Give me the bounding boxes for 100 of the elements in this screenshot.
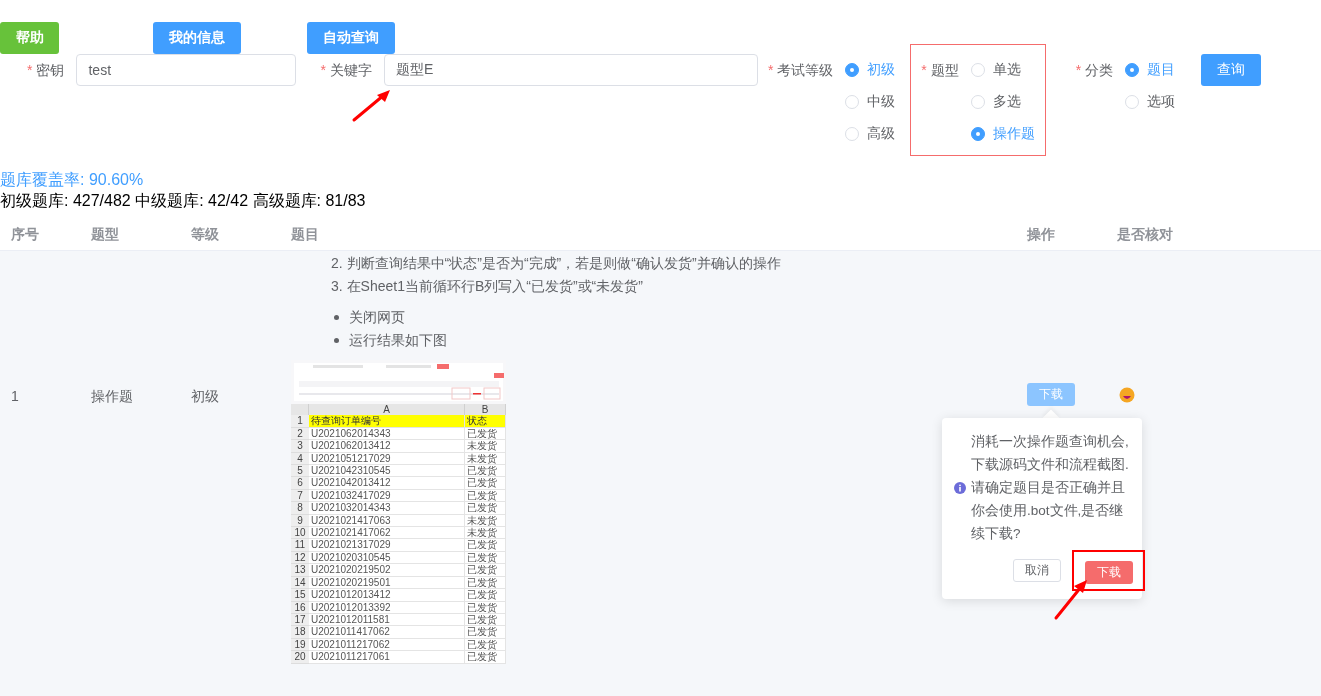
bullet-icon [334,338,339,343]
sheet-cell: 未发货 [465,452,506,466]
sheet-cell: 已发货 [465,651,506,664]
sheet-cell: 未发货 [465,527,506,540]
sheet-cell: U2021020219502 [309,564,465,577]
sheet-cell: U2021062013412 [309,440,465,453]
sheet-cell: 已发货 [465,576,506,590]
sheet-cell: 已发货 [465,564,506,577]
bullet-icon [334,315,339,320]
sheet-row-number: 1 [291,415,309,428]
annotation-arrow [350,88,392,124]
sheet-cell: 已发货 [465,626,506,639]
radio-label[interactable]: 题目 [1147,61,1176,79]
sheet-row-number: 11 [291,539,309,552]
radio-label[interactable]: 操作题 [992,125,1035,143]
sheet-cell: 已发货 [465,539,506,552]
sheet-cell: U2021021317029 [309,539,465,552]
sheet-column-header: A [309,404,465,416]
bullet-text: 运行结果如下图 [349,331,447,350]
input-field[interactable]: 题型E [383,54,758,86]
sheet-cell: U2021011417062 [309,626,465,639]
sheet-cell: 已发货 [465,502,506,515]
toolbar-button[interactable]: 我的信息 [153,22,241,54]
sheet-cell: 已发货 [465,427,506,441]
toolbar-button[interactable]: 帮助 [0,22,59,54]
radio-button[interactable] [845,63,860,77]
radio-button[interactable] [970,127,985,141]
radio-label[interactable]: 多选 [992,93,1021,111]
column-header: 是否核对 [1117,225,1174,244]
emoji-icon [1119,387,1135,403]
sheet-corner [291,404,309,416]
cancel-button[interactable]: 取消 [1013,558,1061,582]
input-field[interactable]: test [76,54,297,86]
column-header: 操作 [1027,225,1056,244]
sheet-cell: U2021032014343 [309,502,465,515]
sheet-row-number: 10 [291,527,309,540]
sheet-row-number: 20 [291,651,309,664]
coverage-text: 题库覆盖率: 90.60% [0,170,145,190]
query-button[interactable]: 查询 [1201,54,1262,86]
field-label: * 题型 [921,61,959,80]
column-header: 等级 [191,225,220,244]
sheet-cell: 已发货 [465,551,506,565]
sheet-row-number: 3 [291,440,309,453]
sheet-cell: 已发货 [465,638,506,652]
sheet-row-number: 13 [291,564,309,577]
sheet-cell: U2021011217061 [309,651,465,664]
sheet-cell: 状态 [465,415,506,428]
radio-label[interactable]: 中级 [867,93,896,111]
sheet-cell: U2021032417029 [309,489,465,503]
sheet-cell: 已发货 [465,489,506,503]
info-icon [954,481,966,494]
table-cell: 1 [11,388,19,404]
table-cell: 操作题 [91,388,133,404]
sheet-cell: U2021011217062 [309,638,465,652]
toolbar-button[interactable]: 自动查询 [307,22,395,54]
sheet-cell: 已发货 [465,601,506,614]
sheet-row-number: 5 [291,465,309,478]
popover-message: 消耗一次操作题查询机会,下载源码文件和流程截图. 请确定题目是否正确并且你会使用.bot文件,是否继续下载? [971,433,1130,543]
sheet-cell: U2021051217029 [309,452,465,466]
field-label: * 分类 [1075,61,1114,80]
sheet-row-number: 6 [291,477,309,490]
sheet-cell: U2021021417062 [309,527,465,540]
sheet-cell: U2021021417063 [309,514,465,528]
sheet-row-number: 8 [291,502,309,515]
sheet-cell: U2021062014343 [309,427,465,441]
sheet-cell: 已发货 [465,589,506,602]
table-cell: 初级 [191,388,219,404]
sheet-row-number: 15 [291,589,309,602]
radio-label[interactable]: 单选 [992,61,1021,79]
radio-label[interactable]: 初级 [867,61,896,79]
field-label: * 考试等级 [767,61,834,80]
sheet-column-header: B [465,404,506,416]
step-text: 3. 在Sheet1当前循环行B列写入“已发货”或“未发货” [331,277,644,296]
column-header: 序号 [11,225,40,244]
stats-text: 初级题库: 427/482 中级题库: 42/42 高级题库: 81/83 [0,191,367,211]
column-header: 题型 [91,225,120,244]
sheet-cell: U2021042310545 [309,465,465,478]
sheet-cell: 未发货 [465,514,506,528]
sheet-cell: 未发货 [465,440,506,453]
sheet-cell: 待查询订单编号 [309,415,465,428]
column-header: 题目 [291,225,320,244]
radio-label[interactable]: 选项 [1147,93,1176,111]
field-label: * 关键字 [320,61,372,80]
confirm-button[interactable]: 下载 [1085,561,1133,584]
sheet-cell: U2021042013412 [309,477,465,490]
sheet-cell: U2021012011581 [309,613,465,627]
radio-button[interactable] [1125,63,1140,77]
download-button[interactable]: 下载 [1027,383,1075,406]
sheet-cell: U2021020219501 [309,576,465,590]
step-text: 2. 判断查询结果中“状态”是否为“完成”，若是则做“确认发货”并确认的操作 [331,254,782,273]
field-label: * 密钥 [27,61,65,80]
sheet-cell: 已发货 [465,465,506,478]
sheet-cell: U2021012013412 [309,589,465,602]
sheet-cell: U2021020310545 [309,551,465,565]
radio-label[interactable]: 高级 [867,125,896,143]
sheet-cell: 已发货 [465,477,506,490]
bullet-text: 关闭网页 [349,308,405,327]
sheet-cell: 已发货 [465,613,506,627]
sheet-cell: U2021012013392 [309,601,465,614]
sheet-row-number: 18 [291,626,309,639]
